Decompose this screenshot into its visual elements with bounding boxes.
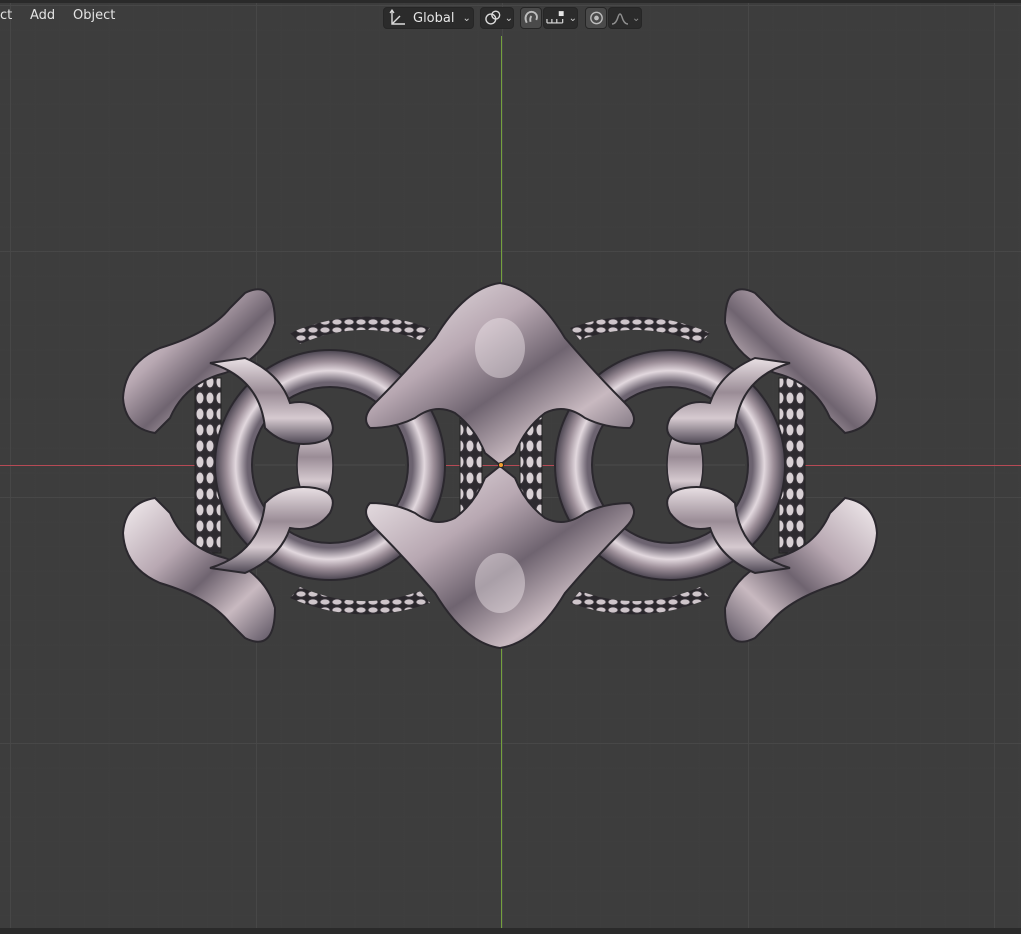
chevron-down-icon: ⌄: [504, 12, 513, 24]
pivot-point-icon: [485, 10, 501, 25]
transform-orientation-label: Global: [413, 10, 455, 26]
proportional-editing-icon: [590, 11, 603, 25]
transform-orientation-icon: [389, 9, 405, 25]
chevron-down-icon: ⌄: [568, 12, 577, 24]
viewport-header: ct Add Object Global ⌄ ⌄ ⌄ ⌄: [0, 0, 1021, 36]
snap-increment-icon: [546, 11, 564, 24]
snap-target-dropdown[interactable]: ⌄: [543, 7, 578, 29]
chevron-down-icon: ⌄: [462, 12, 471, 24]
menu-object[interactable]: Object: [73, 8, 115, 23]
proportional-editing-toggle[interactable]: [585, 7, 607, 29]
object-origin-dot[interactable]: [498, 462, 504, 468]
magnet-icon: [524, 10, 538, 24]
snap-toggle[interactable]: [520, 7, 542, 29]
menu-select[interactable]: ct: [0, 8, 12, 23]
pivot-point-dropdown[interactable]: ⌄: [480, 7, 514, 29]
transform-orientation-dropdown[interactable]: Global ⌄: [383, 7, 474, 29]
viewport-bottom-edge: [0, 928, 1021, 934]
chevron-down-icon: ⌄: [632, 12, 641, 24]
menu-add[interactable]: Add: [30, 8, 55, 23]
falloff-curve-icon: [611, 13, 629, 25]
falloff-dropdown[interactable]: ⌄: [608, 7, 642, 29]
